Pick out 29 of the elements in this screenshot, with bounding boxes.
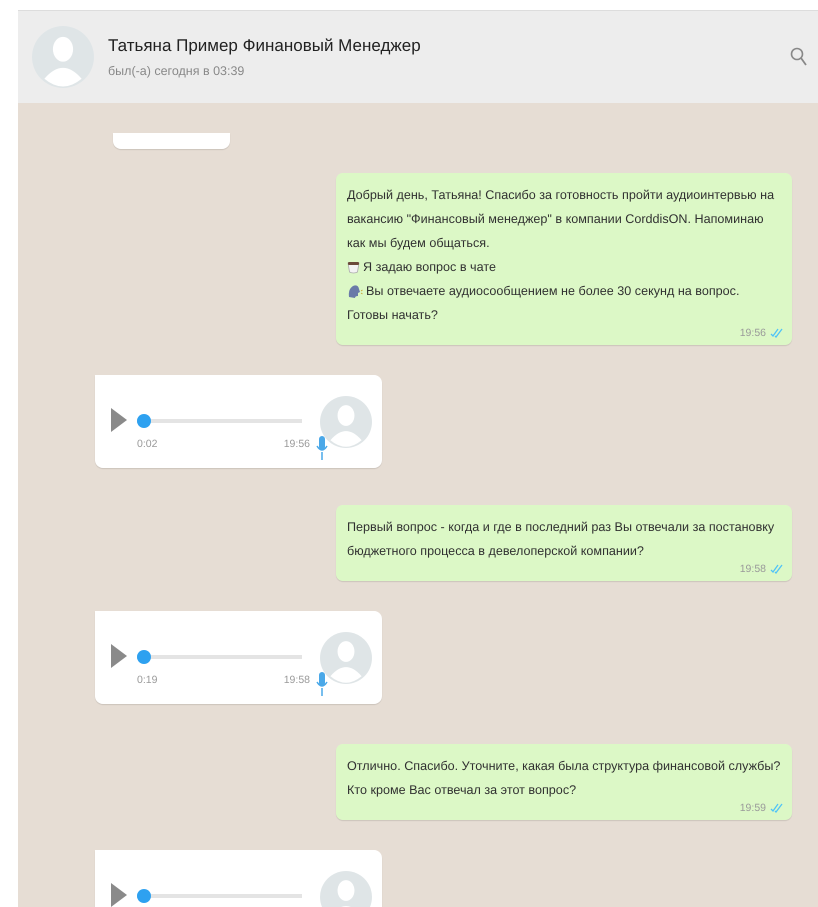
audio-duration: 0:02 xyxy=(137,438,158,451)
last-seen-status: был(-а) сегодня в 03:39 xyxy=(108,64,244,78)
message-text: Готовы начать? xyxy=(347,307,438,324)
microphone-icon xyxy=(316,672,328,696)
audio-progress-thumb[interactable] xyxy=(137,650,151,664)
speaking-head-icon xyxy=(347,283,363,299)
message-text: Отлично. Спасибо. Уточните, какая была структура финансовой службы? Кто кроме Вас отвечал за этот вопрос? xyxy=(347,758,782,799)
play-button[interactable] xyxy=(111,882,127,906)
sender-avatar xyxy=(320,396,372,448)
message-time: 19:56 xyxy=(284,438,310,451)
message-time: 19:59 xyxy=(740,802,766,814)
audio-duration: 0:19 xyxy=(137,674,158,687)
microphone-icon xyxy=(316,436,328,460)
audio-progress-thumb[interactable] xyxy=(137,414,151,428)
message-time: 19:56 xyxy=(740,327,766,339)
message-text: Я задаю вопрос в чате xyxy=(363,259,496,276)
contact-avatar xyxy=(32,26,94,88)
play-button[interactable] xyxy=(111,408,127,432)
sender-avatar xyxy=(320,632,372,684)
audio-progress-thumb[interactable] xyxy=(137,889,151,903)
message-time: 19:58 xyxy=(740,563,766,575)
message-text: Добрый день, Татьяна! Спасибо за готовность пройти аудиоинтервью на вакансию "Финансовый менеджер" в компании CorddisON. Напоминаю как мы будем общаться. xyxy=(347,187,776,252)
message-time: 19:58 xyxy=(284,674,310,687)
coffee-cup-icon xyxy=(347,260,360,274)
message-text: Вы отвечаете аудиосообщением не более 30 секунд на вопрос. xyxy=(366,283,740,300)
contact-name: Татьяна Пример Финановый Менеджер xyxy=(108,36,421,56)
message-text: Первый вопрос - когда и где в последний раз Вы отвечали за постановку бюджетного процесса в девелоперской компании? xyxy=(347,519,776,560)
play-button[interactable] xyxy=(111,644,127,668)
search-icon[interactable] xyxy=(790,47,808,67)
